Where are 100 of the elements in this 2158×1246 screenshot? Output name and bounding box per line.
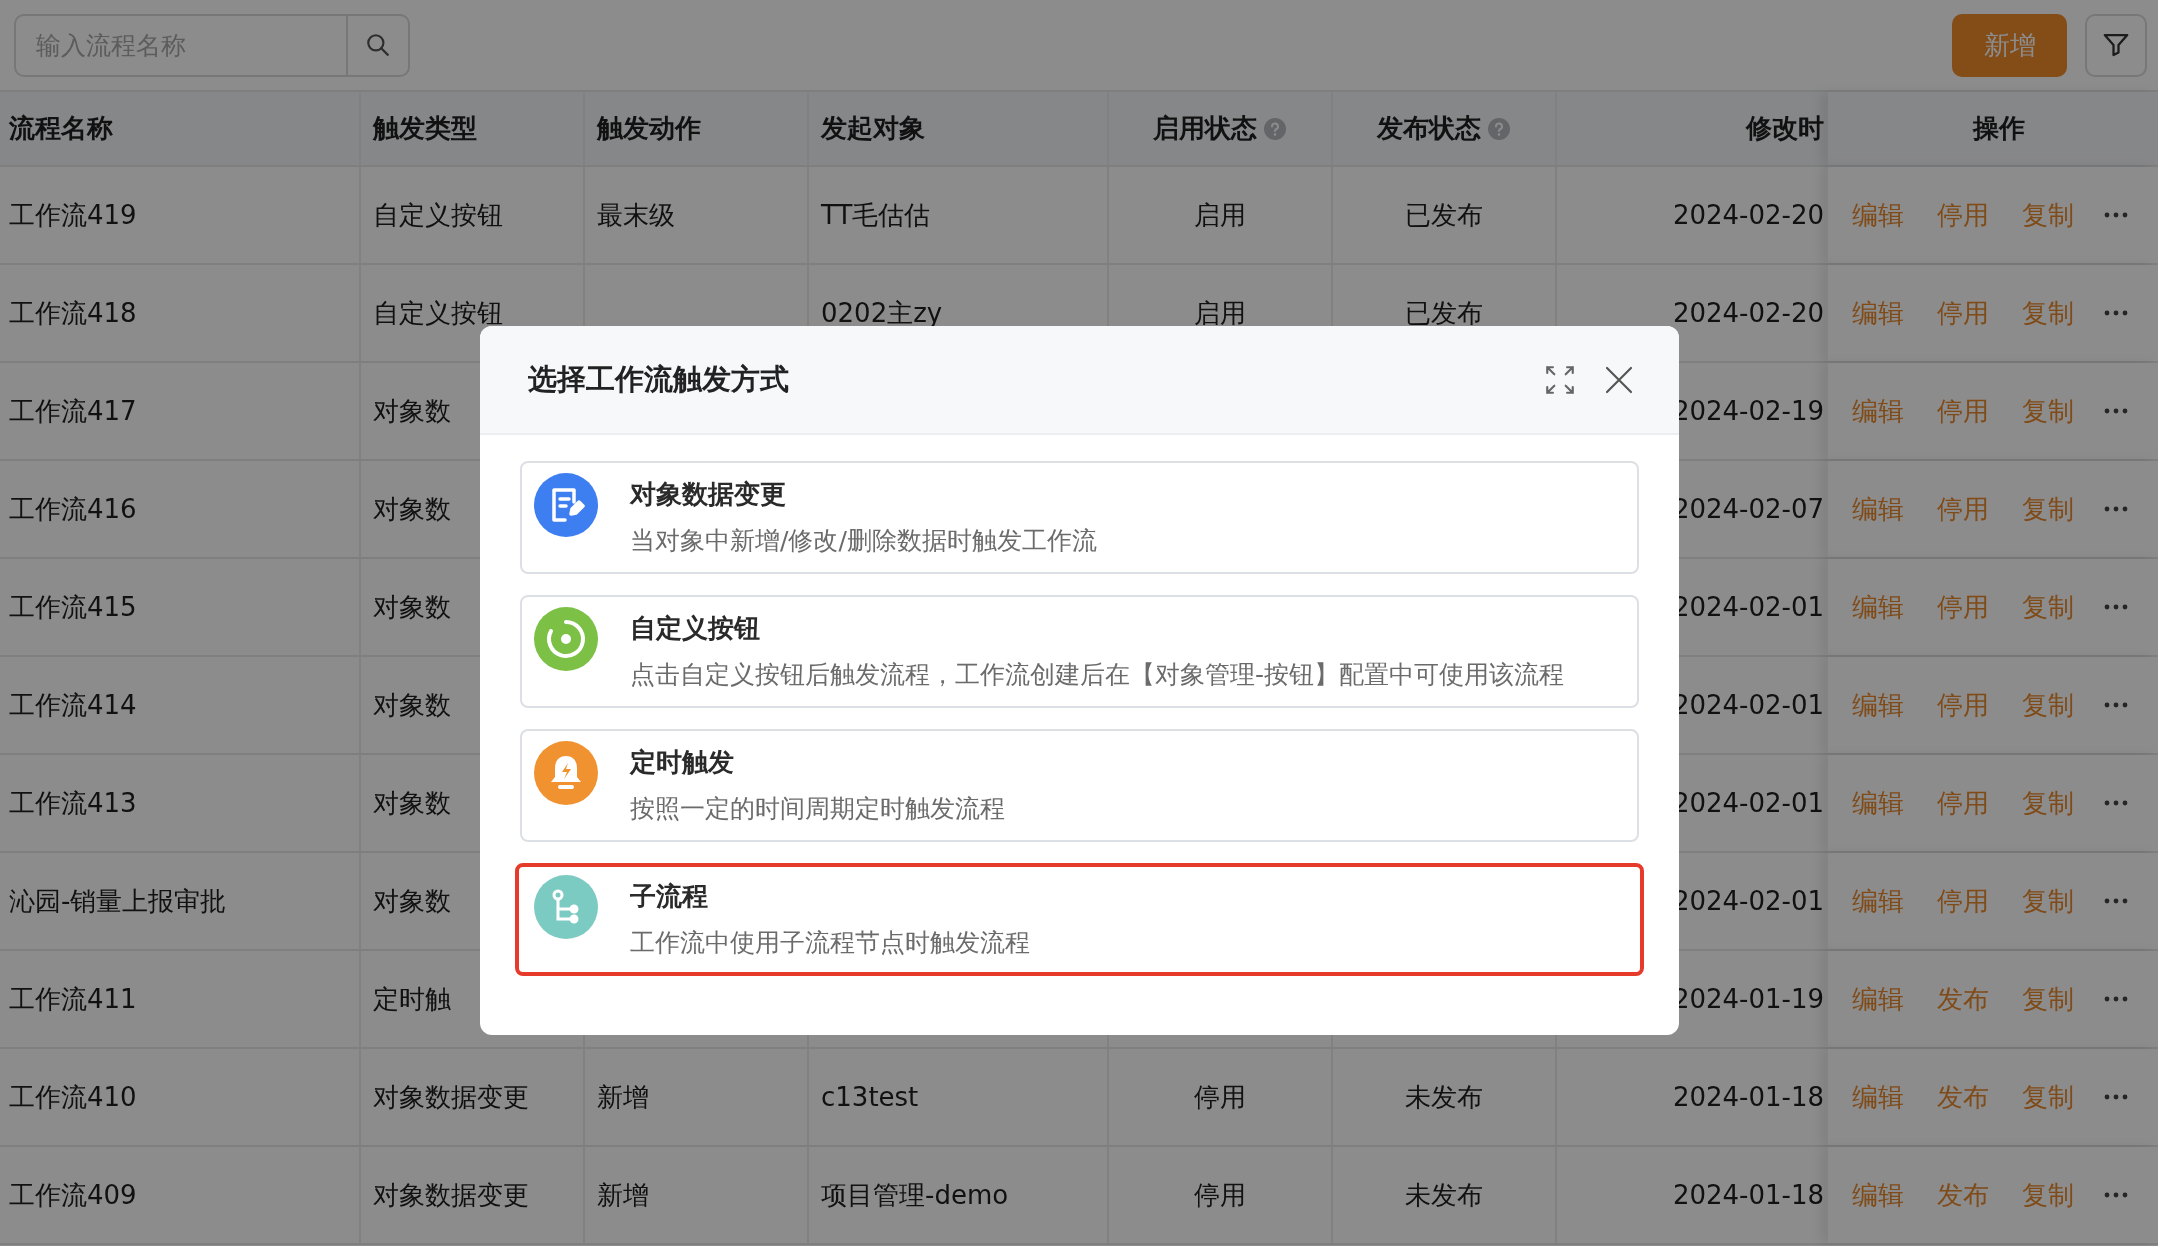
table-cell-text: 未发布 [1405,1080,1483,1114]
table-cell: 2024-02-01 [1672,690,1824,720]
column-header: 流程名称 [9,112,113,145]
action-link[interactable]: 编辑 [1852,197,1904,233]
action-link[interactable]: 发布 [1937,1177,1989,1213]
table-cell-text: 对象数 [373,492,451,526]
action-link[interactable]: 停用 [1937,785,1989,821]
more-icon[interactable] [2103,1093,2129,1101]
more-icon[interactable] [2103,701,2129,709]
table-cell: 2024-02-19 [1672,396,1824,426]
table-cell-text: 工作流415 [9,590,137,624]
action-link[interactable]: 编辑 [1852,785,1904,821]
action-link[interactable]: 编辑 [1852,589,1904,625]
action-link[interactable]: 停用 [1937,393,1989,429]
more-icon[interactable] [2103,897,2129,905]
more-icon[interactable] [2103,505,2129,513]
table-cell-text: 启用 [1194,198,1246,232]
table-cell: 2024-02-20 [1672,200,1824,230]
action-link[interactable]: 复制 [2022,1177,2074,1213]
table-cell-text: 新增 [597,1178,649,1212]
column-header: 触发类型 [373,112,477,145]
table-cell: c13test [821,1082,919,1112]
action-link[interactable]: 编辑 [1852,883,1904,919]
more-icon[interactable] [2103,309,2129,317]
table-cell-text: 工作流413 [9,786,137,820]
search-button[interactable] [348,13,410,77]
more-icon[interactable] [2103,799,2129,807]
action-link[interactable]: 发布 [1937,1079,1989,1115]
table-cell: 2024-02-07 [1672,494,1824,524]
table-cell: 2024-01-18 [1672,1180,1824,1210]
search-icon[interactable] [365,32,391,58]
table-cell-text: 新增 [597,1080,649,1114]
action-link[interactable]: 编辑 [1852,981,1904,1017]
table-cell-text: 自定义按钮 [373,296,503,330]
trigger-option[interactable]: 定时触发 按照一定的时间周期定时触发流程 [520,729,1639,842]
trigger-option[interactable]: 对象数据变更 当对象中新增/修改/删除数据时触发工作流 [520,461,1639,574]
table-cell-text: 工作流410 [9,1080,137,1114]
table-cell-text: 工作流417 [9,394,137,428]
table-cell: 2024-01-19 [1672,984,1824,1014]
option-description: 工作流中使用子流程节点时触发流程 [630,927,1030,959]
more-icon[interactable] [2103,1191,2129,1199]
action-link[interactable]: 编辑 [1852,1079,1904,1115]
table-cell-text: 停用 [1194,1080,1246,1114]
table-cell-text: 自定义按钮 [373,198,503,232]
add-button[interactable]: 新增 [1952,13,2067,77]
table-cell: 2024-02-20 [1672,298,1824,328]
table-cell: 2024-02-01 [1672,592,1824,622]
action-link[interactable]: 复制 [2022,883,2074,919]
column-header: 发布状态 [1377,112,1481,145]
table-cell-text: 工作流411 [9,982,137,1016]
table-cell-text: 最末级 [597,198,675,232]
option-title: 子流程 [630,880,709,913]
table-cell-text: 对象数 [373,884,451,918]
table-cell-text: 工作流409 [9,1178,137,1212]
action-link[interactable]: 复制 [2022,1079,2074,1115]
filter-button[interactable] [2085,13,2147,77]
action-link[interactable]: 编辑 [1852,491,1904,527]
table-cell-text: 对象数 [373,394,451,428]
trigger-option[interactable]: 子流程 工作流中使用子流程节点时触发流程 [515,863,1644,976]
option-title: 对象数据变更 [630,478,787,511]
table-cell-text: 工作流414 [9,688,137,722]
table-cell-text: 已发布 [1405,296,1483,330]
table-cell-text: 停用 [1194,1178,1246,1212]
action-link[interactable]: 编辑 [1852,295,1904,331]
column-header: 修改时 [1746,112,1824,145]
action-link[interactable]: 复制 [2022,785,2074,821]
action-link[interactable]: 停用 [1937,197,1989,233]
table-cell-text: 未发布 [1405,1178,1483,1212]
action-link[interactable]: 复制 [2022,295,2074,331]
action-link[interactable]: 停用 [1937,295,1989,331]
action-link[interactable]: 复制 [2022,589,2074,625]
action-link[interactable]: 发布 [1937,981,1989,1017]
trigger-option[interactable]: 自定义按钮 点击自定义按钮后触发流程，工作流创建后在【对象管理-按钮】配置中可使用该流程 [520,595,1639,708]
action-link[interactable]: 复制 [2022,981,2074,1017]
action-link[interactable]: 复制 [2022,197,2074,233]
table-cell-text: 对象数据变更 [373,1080,529,1114]
action-link[interactable]: 停用 [1937,491,1989,527]
column-header: 触发动作 [597,112,701,145]
action-link[interactable]: 停用 [1937,687,1989,723]
option-description: 当对象中新增/修改/删除数据时触发工作流 [630,525,1097,557]
action-link[interactable]: 停用 [1937,883,1989,919]
table-cell-text: 工作流419 [9,198,137,232]
action-link[interactable]: 复制 [2022,687,2074,723]
option-description: 按照一定的时间周期定时触发流程 [630,793,1005,825]
option-title: 定时触发 [630,746,735,779]
column-header: 发起对象 [821,112,925,145]
more-icon[interactable] [2103,211,2129,219]
more-icon[interactable] [2103,603,2129,611]
action-link[interactable]: 编辑 [1852,687,1904,723]
more-icon[interactable] [2103,407,2129,415]
column-header: 启用状态 [1153,112,1257,145]
more-icon[interactable] [2103,995,2129,1003]
action-link[interactable]: 复制 [2022,393,2074,429]
action-link[interactable]: 编辑 [1852,1177,1904,1213]
action-link[interactable]: 停用 [1937,589,1989,625]
table-cell-text: 工作流418 [9,296,137,330]
action-link[interactable]: 编辑 [1852,393,1904,429]
table-cell-text: 启用 [1194,296,1246,330]
action-link[interactable]: 复制 [2022,491,2074,527]
table-cell-text: 定时触 [373,982,451,1016]
